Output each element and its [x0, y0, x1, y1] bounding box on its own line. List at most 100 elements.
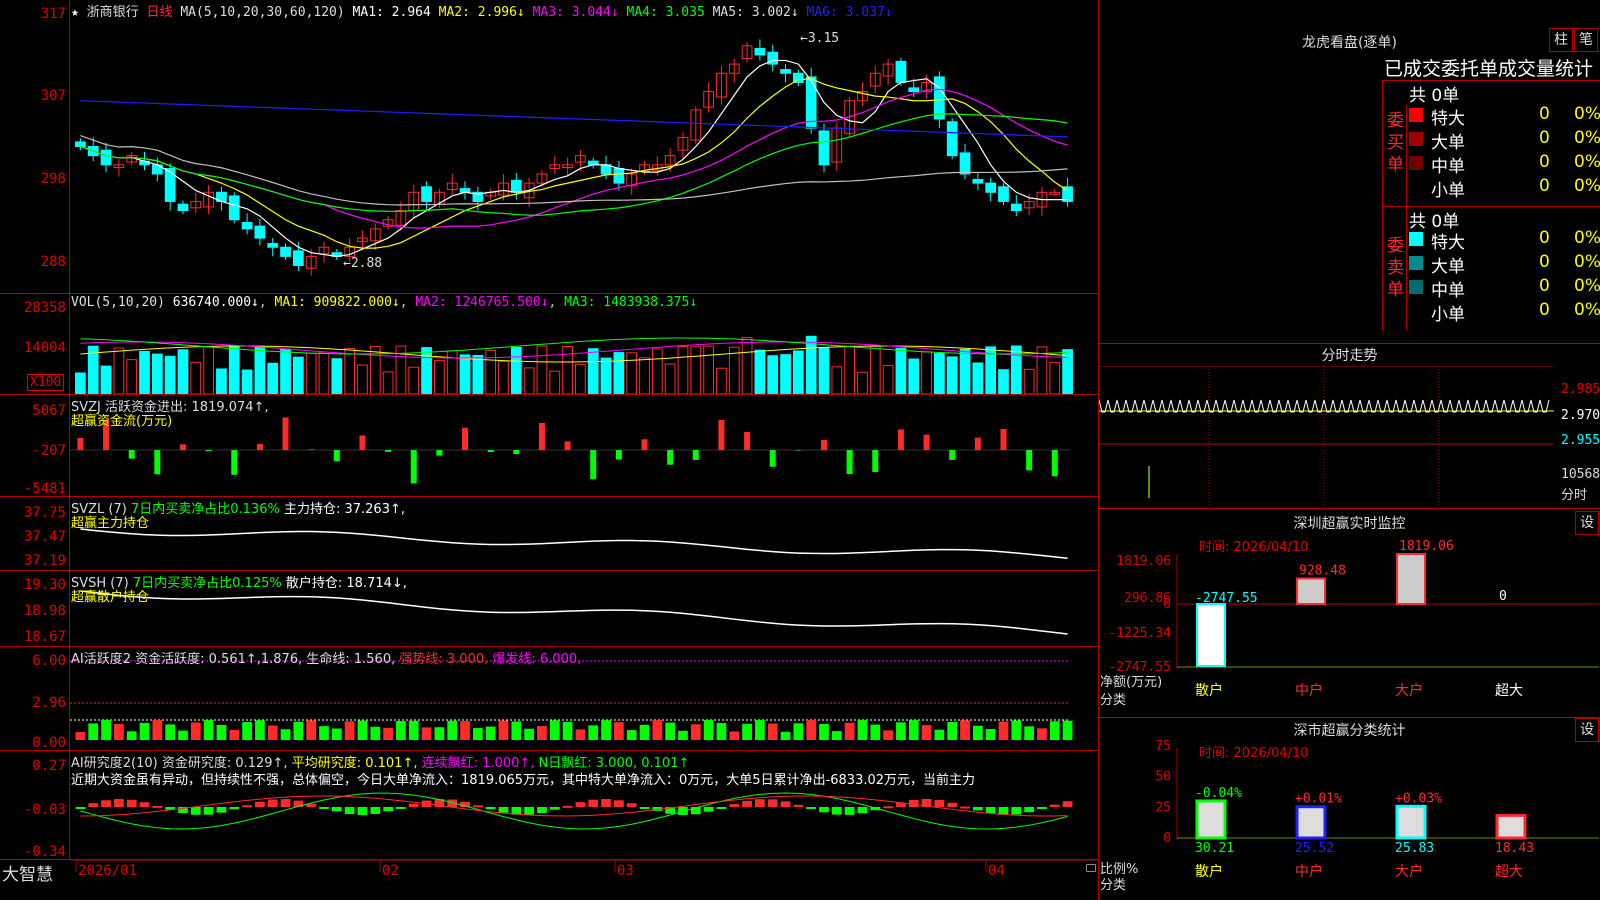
fenshi-panel[interactable]: 分时走势 2.985 2.970 2.955 10568 分时: [1099, 344, 1600, 509]
flow-bar: [615, 450, 622, 460]
volume-bar: [164, 355, 176, 394]
svsh-panel[interactable]: 19.30 18.98 18.67 SVSH (7) 7日内买卖净占比0.125…: [0, 571, 1098, 647]
tick-mode-button[interactable]: 笔: [1574, 28, 1598, 52]
y-axis-line: [69, 0, 70, 860]
flow-bar: [692, 450, 699, 460]
flow-bar: [1051, 450, 1058, 477]
bar-mode-button[interactable]: 柱: [1549, 28, 1573, 52]
ai-research-panel[interactable]: 0.27 -0.03 -0.34 AI研究度2(10) 资金研究度: 0.129…: [0, 751, 1098, 860]
row-label: 中单: [1431, 281, 1465, 301]
research-bar: [267, 799, 278, 807]
sell-side-label: 委卖单: [1387, 236, 1404, 300]
unit-label: X100: [27, 374, 65, 391]
activity-bar: [690, 724, 701, 740]
volume-bar: [895, 347, 907, 394]
stock-name[interactable]: 浙商银行: [87, 5, 139, 20]
activity-bar: [524, 728, 534, 740]
volume-bar: [344, 347, 356, 394]
ma10-line: [80, 78, 1068, 249]
candle-body: [254, 225, 266, 239]
fenshi-chart[interactable]: [1099, 366, 1554, 506]
row-count: 0: [1539, 176, 1550, 196]
activity-bar: [947, 721, 958, 740]
activity-bar: [267, 725, 278, 740]
sz-class-xlabel: 分类: [1100, 878, 1127, 893]
category-label: 散户: [1195, 863, 1223, 880]
flow-bar: [282, 417, 289, 450]
candle-body: [754, 48, 766, 56]
research-bar: [639, 807, 650, 809]
volume-bar: [626, 352, 638, 394]
volume-bar: [818, 347, 830, 394]
volume-bar: [882, 364, 894, 394]
fenshi-ytick: 2.985: [1561, 382, 1600, 397]
ytick: 18.67: [23, 629, 66, 645]
volume-ma-line: [80, 341, 1068, 359]
monitor-bar: [1196, 603, 1226, 667]
volume-panel[interactable]: 28358 14004 X100 VOL(5,10,20) 636740.000…: [0, 294, 1098, 395]
activity-bar: [293, 721, 304, 740]
flow-bar: [846, 450, 853, 475]
research-bar: [472, 805, 483, 808]
ytick: 28358: [23, 300, 66, 316]
bar-label: 928.48: [1299, 563, 1346, 578]
monitor-bar: [1396, 553, 1426, 605]
svzl-sub: 超赢主力持仓: [71, 516, 150, 531]
research-bar: [1024, 807, 1034, 813]
low-label: ←2.88: [343, 256, 383, 271]
candle-body: [946, 121, 958, 157]
volume-bar: [472, 354, 484, 394]
volume-bar: [857, 371, 868, 394]
activity-bar: [806, 720, 817, 740]
star-icon[interactable]: ★: [71, 5, 79, 20]
color-swatch: [1409, 304, 1423, 318]
volume-bar: [382, 371, 394, 394]
ytick: 37.47: [23, 529, 66, 545]
sz-monitor-panel[interactable]: 深圳超赢实时监控 设 时间: 2026/04/10 1819.06 296.86 0…: [1099, 509, 1600, 718]
flow-bar: [77, 438, 84, 450]
research-bar: [755, 799, 765, 807]
flow-bar: [718, 420, 725, 450]
high-label: ←3.15: [800, 31, 840, 46]
svzj-panel[interactable]: 5067 -207 -5481 SVZJ 活跃资金进出: 1819.074↑, …: [0, 395, 1098, 497]
activity-bar: [729, 731, 740, 740]
activity-bar: [331, 728, 342, 740]
flow-bar: [256, 443, 263, 450]
flow-bar: [667, 450, 674, 465]
candle-body: [75, 141, 86, 147]
class-bar: [1195, 799, 1227, 840]
research-bar: [857, 807, 868, 814]
activity-bar: [626, 730, 637, 740]
activity-bar: [998, 721, 1009, 740]
sz-monitor-chart[interactable]: 1819.06296.860-1225.34-2747.55-2747.55散户…: [1099, 509, 1600, 717]
research-bar: [1037, 807, 1047, 809]
research-bar: [575, 802, 586, 807]
period-label[interactable]: 日线: [147, 5, 173, 20]
x-axis: 大智慧 2026/01 02 03 04: [0, 860, 1098, 900]
color-swatch: [1409, 232, 1423, 246]
ai-activity-panel[interactable]: 6.00 2.96 0.00 AI活跃度2 资金活跃度: 0.561↑,1.87…: [0, 647, 1098, 751]
research-bar: [126, 799, 137, 807]
kline-chart[interactable]: [70, 0, 1098, 293]
volume-bar: [805, 335, 817, 394]
research-bar: [626, 803, 637, 807]
research-bar: [1049, 804, 1060, 807]
candle-body: [818, 130, 830, 166]
flow-bar: [179, 444, 186, 450]
sz-class-chart[interactable]: 75 50 25 0 -0.04% 30.21 散户 +0.01% 25.52 中户 +0.03% 2…: [1099, 718, 1600, 900]
research-bar: [844, 807, 855, 815]
sz-class-panel[interactable]: 深市超赢分类统计 设 时间: 2026/04/10 75 50 25 0 -0.04% 3…: [1099, 718, 1600, 900]
kline-panel[interactable]: 317 307 298 288 ★ 浙商银行 日线 MA(5,10,20,30,…: [0, 0, 1098, 294]
activity-bar: [75, 732, 86, 740]
activity-bar: [870, 724, 881, 740]
volume-bar: [421, 347, 432, 394]
activity-bar: [883, 730, 893, 740]
ytick: 0.00: [32, 735, 66, 751]
activity-bar: [562, 721, 573, 740]
value-label: 30.21: [1195, 841, 1234, 856]
svzl-panel[interactable]: 37.75 37.47 37.19 SVZL (7) 7日内买卖净占比0.136…: [0, 497, 1098, 571]
flow-bar: [769, 450, 776, 467]
brand-label[interactable]: 大智慧: [2, 860, 53, 885]
lock-icon[interactable]: [1086, 864, 1096, 872]
volume-bar: [228, 345, 240, 394]
